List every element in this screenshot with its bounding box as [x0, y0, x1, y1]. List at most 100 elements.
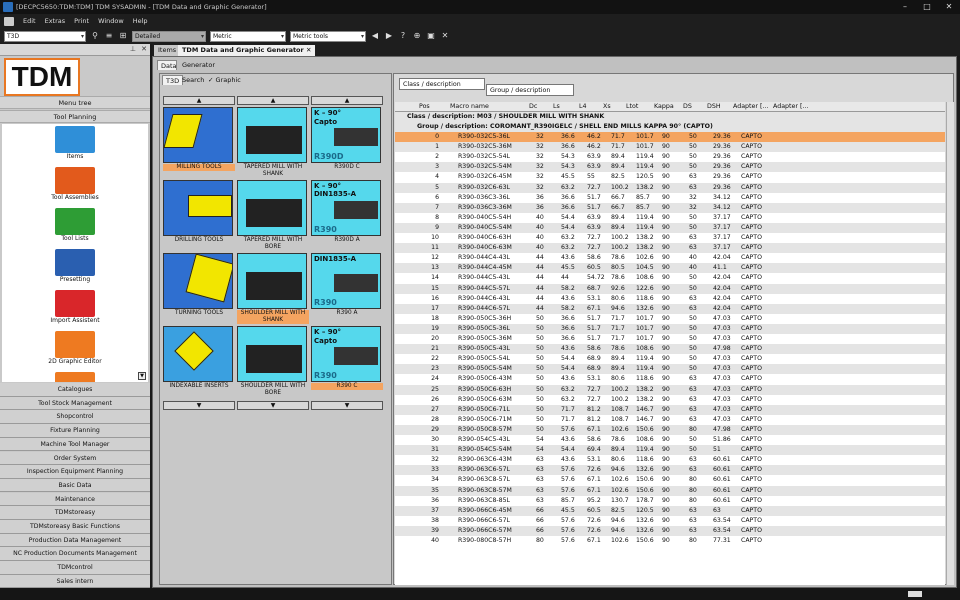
- table-row[interactable]: 13 R390-044C4-45M 44 45.5 60.5 80.5 104.5 90 40 4…: [395, 263, 945, 274]
- group-field-group[interactable]: Group / description: [486, 84, 574, 96]
- table-row[interactable]: 30 R390-054C5-43L 54 43.6 58.6 78.6 108.6 90 50 5…: [395, 435, 945, 446]
- tool-planning-item[interactable]: 2D Graphic Editor: [2, 331, 148, 370]
- gallery-cell[interactable]: TAPERED MILL WITH BORE: [237, 180, 309, 252]
- column-header[interactable]: Macro name: [450, 103, 489, 110]
- gallery-up-0-button[interactable]: ▲: [163, 96, 235, 105]
- panel-close-icon[interactable]: ✕: [141, 45, 147, 53]
- nav-tdmstoreasy[interactable]: TDMstoreasy: [0, 506, 150, 520]
- nav-machine-tool-manager[interactable]: Machine Tool Manager: [0, 437, 150, 452]
- table-row[interactable]: 26 R390-050C6-63M 50 63.2 72.7 100.2 138.2 90 63…: [395, 394, 945, 405]
- nav-tdmcontrol[interactable]: TDMcontrol: [0, 561, 150, 575]
- table-row[interactable]: 11 R390-040C6-63M 40 63.2 72.7 100.2 138.2 90 63…: [395, 243, 945, 254]
- table-row[interactable]: 39 R390-066C6-57M 66 57.6 72.6 94.6 132.6 90 63 6…: [395, 525, 945, 536]
- tab-data[interactable]: Data: [157, 60, 177, 70]
- unit-combo[interactable]: Metric: [210, 30, 286, 42]
- gallery-down-1-button[interactable]: ▼: [237, 401, 309, 410]
- table-row[interactable]: 14 R390-044C5-43L 44 44 54.72 78.6 108.6 90 50 42…: [395, 273, 945, 284]
- gallery-cell[interactable]: SHOULDER MILL WITH SHANK: [237, 253, 309, 325]
- table-row[interactable]: 5 R390-032C6-63L 32 63.2 72.7 100.2 138.2 90 63 2…: [395, 182, 945, 193]
- table-row[interactable]: 6 R390-036C3-36L 36 36.6 51.7 66.7 85.7 90 32 34.…: [395, 192, 945, 203]
- table-row[interactable]: 18 R390-050C5-36H 50 36.6 51.7 71.7 101.7 90 50 4…: [395, 313, 945, 324]
- system-menu-icon[interactable]: [4, 16, 14, 26]
- tab-generator[interactable]: Generator: [179, 60, 215, 70]
- tool-planning-item[interactable]: [2, 372, 148, 382]
- nav-fixture-planning[interactable]: Fixture Planning: [0, 424, 150, 438]
- tool-planning-item[interactable]: Tool Lists: [2, 208, 148, 247]
- back-icon[interactable]: ◀: [370, 31, 380, 41]
- table-row[interactable]: 38 R390-066C6-57L 66 57.6 72.6 94.6 132.6 90 63 6…: [395, 515, 945, 526]
- save-icon[interactable]: ▣: [426, 31, 436, 41]
- column-header[interactable]: Ls: [553, 103, 560, 110]
- table-row[interactable]: 25 R390-050C6-63H 50 63.2 72.7 100.2 138.2 90 63…: [395, 384, 945, 395]
- vertical-scrollbar[interactable]: [946, 102, 954, 585]
- table-row[interactable]: 8 R390-040C5-54H 40 54.4 63.9 89.4 119.4 90 50 37…: [395, 212, 945, 223]
- table-row[interactable]: 31 R390-054C5-54M 54 54.4 69.4 89.4 119.4 90 50 5…: [395, 445, 945, 456]
- menu-help[interactable]: Help: [133, 17, 148, 25]
- pin-icon[interactable]: ⊥: [130, 45, 136, 53]
- tool-planning-item[interactable]: Tool Assemblies: [2, 167, 148, 206]
- table-row[interactable]: 20 R390-050C5-36M 50 36.6 51.7 71.7 101.7 90 50 4…: [395, 334, 945, 345]
- column-header[interactable]: Ltot: [626, 103, 638, 110]
- gallery-cell[interactable]: TURNING TOOLS: [163, 253, 235, 325]
- menu-edit[interactable]: Edit: [23, 17, 36, 25]
- close-button[interactable]: ✕: [938, 0, 960, 14]
- nav-sales-intern[interactable]: Sales intern: [0, 574, 150, 589]
- column-header[interactable]: DSH: [707, 103, 721, 110]
- table-row[interactable]: 22 R390-050C5-54L 50 54.4 68.9 89.4 119.4 90 50 4…: [395, 354, 945, 365]
- gallery-cell[interactable]: DRILLING TOOLS: [163, 180, 235, 252]
- column-header[interactable]: Pos: [419, 103, 430, 110]
- nav-maintenance[interactable]: Maintenance: [0, 492, 150, 507]
- table-row[interactable]: 17 R390-044C6-57L 44 58.2 67.1 94.6 132.6 90 63 4…: [395, 303, 945, 314]
- menu-window[interactable]: Window: [98, 17, 124, 25]
- tab-data-graphic-generator[interactable]: TDM Data and Graphic Generator ✕: [178, 45, 316, 56]
- tool-planning-item[interactable]: Presetting: [2, 249, 148, 288]
- table-row[interactable]: 27 R390-050C6-71L 50 71.7 81.2 108.7 146.7 90 63…: [395, 404, 945, 415]
- column-header[interactable]: Dc: [529, 103, 537, 110]
- table-row[interactable]: 34 R390-063C8-57L 63 57.6 67.1 102.6 150.6 90 80…: [395, 475, 945, 486]
- tab-search[interactable]: Search: [179, 75, 207, 85]
- class-group-row[interactable]: Class / description: M03 / SHOULDER MILL…: [395, 112, 945, 122]
- new-icon[interactable]: ⊕: [412, 31, 422, 41]
- table-row[interactable]: 21 R390-050C5-43L 50 43.6 58.6 78.6 108.6 90 50 4…: [395, 344, 945, 355]
- help-icon[interactable]: ?: [398, 31, 408, 41]
- nav-tool-stock-management[interactable]: Tool Stock Management: [0, 396, 150, 411]
- table-row[interactable]: 19 R390-050C5-36L 50 36.6 51.7 71.7 101.7 90 50 4…: [395, 323, 945, 334]
- group-field-class[interactable]: Class / description: [399, 78, 485, 90]
- nav-shopcontrol[interactable]: Shopcontrol: [0, 410, 150, 424]
- unit-tools-combo[interactable]: Metric tools: [290, 30, 366, 42]
- gallery-down-2-button[interactable]: ▼: [311, 401, 383, 410]
- tab-items[interactable]: Items: [154, 45, 181, 56]
- tab-close-icon[interactable]: ✕: [306, 46, 311, 54]
- table-row[interactable]: 24 R390-050C6-43M 50 43.6 53.1 80.6 118.6 90 63 4…: [395, 374, 945, 385]
- table-row[interactable]: 2 R390-032C5-54L 32 54.3 63.9 89.4 119.4 90 50 29…: [395, 152, 945, 163]
- table-row[interactable]: 3 R390-032C5-54M 32 54.3 63.9 89.4 119.4 90 50 29…: [395, 162, 945, 173]
- column-header[interactable]: Xs: [603, 103, 611, 110]
- menu-tree-header[interactable]: Menu tree: [0, 96, 150, 109]
- table-row[interactable]: 16 R390-044C6-43L 44 43.6 53.1 80.6 118.6 90 63 4…: [395, 293, 945, 304]
- table-row[interactable]: 12 R390-044C4-43L 44 43.6 58.6 78.6 102.6 90 40 4…: [395, 253, 945, 264]
- table-row[interactable]: 7 R390-036C3-36M 36 36.6 51.7 66.7 85.7 90 32 34.…: [395, 202, 945, 213]
- gallery-cell[interactable]: K – 90° Capto R390D R390D C: [311, 107, 383, 179]
- column-header[interactable]: Adapter [...: [733, 103, 768, 110]
- column-header[interactable]: L4: [579, 103, 587, 110]
- tool-planning-header[interactable]: Tool Planning: [0, 110, 150, 123]
- table-row[interactable]: 32 R390-063C6-43M 63 43.6 53.1 80.6 118.6 90 63 6…: [395, 455, 945, 466]
- table-row[interactable]: 9 R390-040C5-54M 40 54.4 63.9 89.4 119.4 90 50 37…: [395, 222, 945, 233]
- gallery-cell[interactable]: INDEXABLE INSERTS: [163, 326, 235, 398]
- nav-production-data-management[interactable]: Production Data Management: [0, 533, 150, 548]
- gallery-down-0-button[interactable]: ▼: [163, 401, 235, 410]
- column-header[interactable]: Kappa: [654, 103, 674, 110]
- table-row[interactable]: 0 R390-032C5-36L 32 36.6 46.2 71.7 101.7 90 50 29…: [395, 132, 945, 143]
- table-row[interactable]: 40 R390-080C8-57H 80 57.6 67.1 102.6 150.6 90 80…: [395, 536, 945, 547]
- table-row[interactable]: 29 R390-050C8-57M 50 57.6 67.1 102.6 150.6 90 80…: [395, 424, 945, 435]
- list-icon[interactable]: ≡: [104, 31, 114, 41]
- menu-print[interactable]: Print: [74, 17, 89, 25]
- table-row[interactable]: 1 R390-032C5-36M 32 36.6 46.2 71.7 101.7 90 50 29…: [395, 142, 945, 153]
- gallery-up-2-button[interactable]: ▲: [311, 96, 383, 105]
- scroll-down-icon[interactable]: ▼: [138, 372, 146, 380]
- gallery-cell[interactable]: DIN1835-A R390 R390 A: [311, 253, 383, 325]
- nav-order-system[interactable]: Order System: [0, 451, 150, 466]
- graphic-checkbox[interactable]: ✓ Graphic: [205, 75, 244, 85]
- nav-inspection-equipment-planning[interactable]: Inspection Equipment Planning: [0, 465, 150, 479]
- view-combo[interactable]: Detailed: [132, 30, 206, 42]
